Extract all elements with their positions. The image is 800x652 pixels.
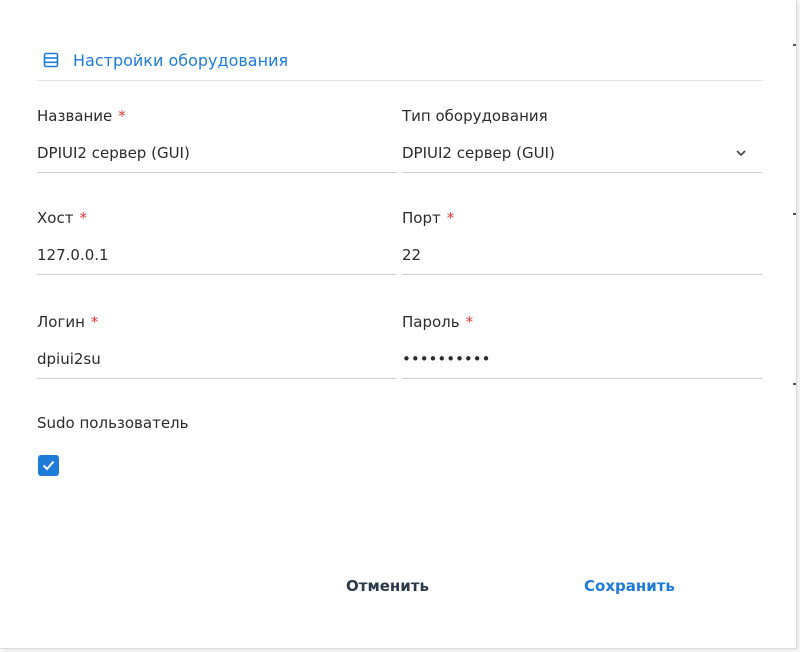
password-field: Пароль * ••••••••••	[402, 312, 762, 379]
host-input[interactable]: 127.0.0.1	[37, 244, 397, 275]
save-button[interactable]: Сохранить	[578, 572, 681, 598]
login-input[interactable]: dpiui2su	[37, 348, 397, 379]
server-list-icon	[43, 52, 59, 68]
required-marker: *	[465, 313, 474, 331]
host-label: Хост *	[37, 209, 87, 227]
name-field: Название * DPIUI2 сервер (GUI)	[37, 106, 397, 173]
required-marker: *	[118, 107, 126, 125]
port-field: Порт * 22	[402, 208, 762, 275]
dialog-title: Настройки оборудования	[73, 50, 289, 70]
name-input[interactable]: DPIUI2 сервер (GUI)	[37, 142, 397, 173]
dialog-header: Настройки оборудования	[37, 40, 763, 81]
equipment-type-label: Тип оборудования	[402, 107, 548, 125]
checkmark-icon	[42, 460, 55, 471]
name-label: Название *	[37, 107, 126, 125]
equipment-type-value: DPIUI2 сервер (GUI)	[402, 144, 555, 162]
sudo-user-label: Sudo пользователь	[37, 414, 189, 432]
password-label: Пароль *	[402, 313, 474, 331]
edge-mark	[793, 44, 796, 46]
equipment-settings-dialog: Настройки оборудования Название * DPIUI2 …	[0, 0, 797, 649]
port-label: Порт *	[402, 209, 455, 227]
equipment-type-field: Тип оборудования DPIUI2 сервер (GUI)	[402, 106, 762, 173]
edge-mark	[793, 383, 796, 385]
equipment-type-select[interactable]: DPIUI2 сервер (GUI)	[402, 142, 762, 173]
required-marker: *	[79, 209, 87, 227]
login-label: Логин *	[37, 313, 99, 331]
edge-mark	[793, 213, 796, 215]
port-input[interactable]: 22	[402, 244, 762, 275]
host-field: Хост * 127.0.0.1	[37, 208, 397, 275]
chevron-down-icon[interactable]	[734, 144, 748, 158]
login-field: Логин * dpiui2su	[37, 312, 397, 379]
password-input[interactable]: ••••••••••	[402, 348, 762, 379]
cancel-button[interactable]: Отменить	[340, 572, 435, 598]
required-marker: *	[446, 209, 455, 227]
required-marker: *	[90, 313, 99, 331]
sudo-user-checkbox[interactable]	[38, 455, 59, 476]
